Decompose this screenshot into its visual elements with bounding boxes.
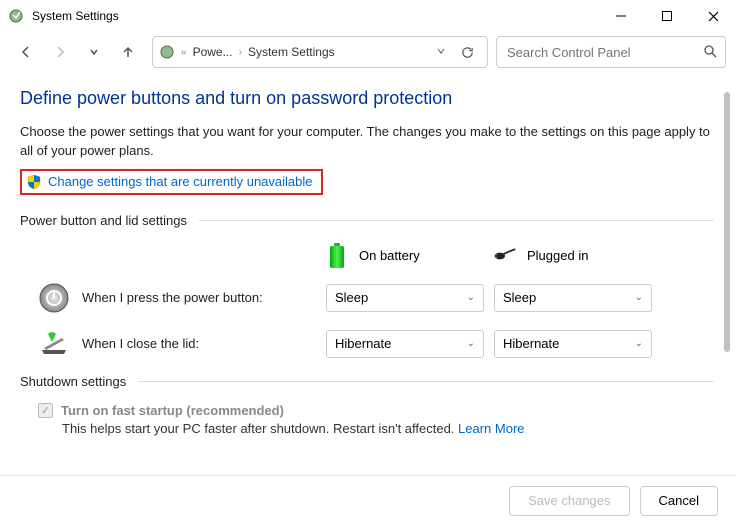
chevron-down-icon: ⌄ [635, 292, 643, 303]
row-label: When I press the power button: [82, 290, 326, 305]
battery-icon [325, 242, 349, 270]
save-button[interactable]: Save changes [509, 486, 629, 516]
minimize-button[interactable] [598, 0, 644, 32]
search-box[interactable] [496, 36, 726, 68]
titlebar: System Settings [0, 0, 736, 32]
checkbox-label: Turn on fast startup (recommended) [61, 403, 284, 418]
lid-battery-select[interactable]: Hibernate ⌄ [326, 330, 484, 358]
row-label: When I close the lid: [82, 336, 326, 351]
lid-plugged-select[interactable]: Hibernate ⌄ [494, 330, 652, 358]
laptop-lid-icon [38, 328, 70, 360]
checkbox-description: This helps start your PC faster after sh… [62, 421, 458, 436]
maximize-button[interactable] [644, 0, 690, 32]
change-settings-link[interactable]: Change settings that are currently unava… [48, 174, 313, 189]
chevron-down-icon: ⌄ [635, 338, 643, 349]
cancel-button[interactable]: Cancel [640, 486, 718, 516]
fast-startup-checkbox: ✓ [38, 403, 53, 418]
breadcrumb-sep-icon: « [181, 47, 187, 58]
recent-dropdown[interactable] [78, 36, 110, 68]
window-title: System Settings [32, 9, 598, 23]
section-header: Power button and lid settings [20, 213, 714, 228]
back-button[interactable] [10, 36, 42, 68]
power-button-icon [38, 282, 70, 314]
section-header: Shutdown settings [20, 374, 714, 389]
shield-icon [26, 174, 42, 190]
refresh-button[interactable] [453, 45, 481, 60]
page-description: Choose the power settings that you want … [20, 123, 714, 161]
learn-more-link[interactable]: Learn More [458, 421, 524, 436]
chevron-down-icon[interactable] [435, 45, 447, 60]
column-header-plugged: Plugged in [493, 242, 661, 270]
power-button-plugged-select[interactable]: Sleep ⌄ [494, 284, 652, 312]
highlighted-link-box: Change settings that are currently unava… [20, 169, 323, 195]
content-area: Define power buttons and turn on passwor… [20, 88, 714, 467]
chevron-right-icon: › [239, 47, 242, 58]
up-button[interactable] [112, 36, 144, 68]
column-label: Plugged in [527, 248, 588, 263]
folder-icon [159, 44, 175, 60]
chevron-down-icon: ⌄ [467, 338, 475, 349]
nav-toolbar: « Powe... › System Settings [0, 32, 736, 72]
close-button[interactable] [690, 0, 736, 32]
app-icon [8, 8, 24, 24]
section-title: Power button and lid settings [20, 213, 187, 228]
breadcrumb-item[interactable]: Powe... [193, 45, 233, 59]
footer-bar: Save changes Cancel [0, 475, 736, 525]
breadcrumb-item[interactable]: System Settings [248, 45, 335, 59]
search-icon[interactable] [703, 44, 717, 61]
column-header-battery: On battery [325, 242, 493, 270]
page-title: Define power buttons and turn on passwor… [20, 88, 714, 109]
section-title: Shutdown settings [20, 374, 126, 389]
chevron-down-icon: ⌄ [467, 292, 475, 303]
power-button-row: When I press the power button: Sleep ⌄ S… [20, 282, 714, 314]
address-bar[interactable]: « Powe... › System Settings [152, 36, 488, 68]
lid-close-row: When I close the lid: Hibernate ⌄ Hibern… [20, 328, 714, 360]
check-icon: ✓ [41, 404, 50, 417]
scrollbar-thumb[interactable] [724, 92, 730, 352]
search-input[interactable] [505, 44, 703, 61]
power-button-battery-select[interactable]: Sleep ⌄ [326, 284, 484, 312]
forward-button[interactable] [44, 36, 76, 68]
plug-icon [493, 242, 517, 270]
column-label: On battery [359, 248, 420, 263]
